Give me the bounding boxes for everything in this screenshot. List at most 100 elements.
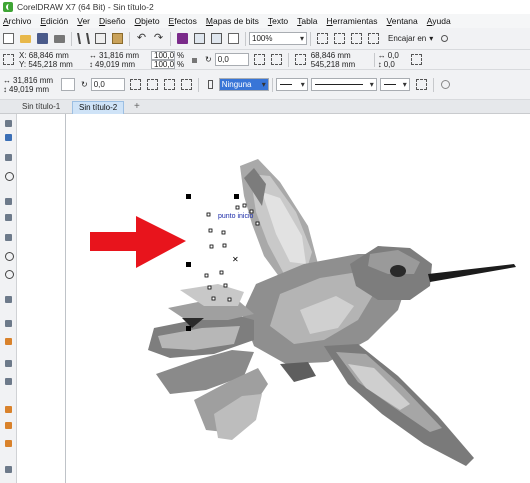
shape-tool-icon[interactable] [3,132,14,143]
rectangle-tool-icon[interactable] [3,232,14,243]
new-document-icon[interactable] [3,33,14,44]
menu-edicion[interactable]: Edición [40,16,68,26]
add-icon[interactable] [440,79,451,90]
polygon-tool-icon[interactable] [3,268,14,279]
text-wrap-icon[interactable] [415,79,427,90]
position-y-field[interactable]: Y: 545,218 mm [19,60,89,69]
show-grid-icon[interactable] [351,33,362,44]
rotation-field[interactable]: 0,0 [214,53,249,66]
show-guides-icon[interactable] [368,33,379,44]
position-y2-field[interactable]: 545,218 mm [311,60,371,69]
smart-fill-icon[interactable] [3,438,14,449]
fill-select[interactable]: Ninguna [218,78,269,91]
object-origin-icon[interactable] [3,54,14,65]
interactive-fill-icon[interactable] [3,420,14,431]
menu-mapas-de-bits[interactable]: Mapas de bits [206,16,259,26]
scale-height-field[interactable]: 100,0 [151,59,175,69]
window-title: CorelDRAW X7 (64 Bit) - Sin título-2 [17,2,154,12]
property-bar: X: 68,846 mm Y: 545,218 mm ↔ 31,816 mm ↕ 4… [0,50,530,70]
mirror-vertical-icon[interactable] [270,54,282,65]
cut-icon[interactable] [77,33,90,44]
transparency-tool-icon[interactable] [3,376,14,387]
position-x-field[interactable]: X: 68,846 mm [19,51,89,60]
nudge-v-field[interactable]: 0,0 [384,60,395,69]
mirror-horizontal-icon[interactable] [129,79,141,90]
menu-texto[interactable]: Texto [268,16,288,26]
ellipse-tool-icon[interactable] [3,250,14,261]
nudge-h-icon: ↔ [377,50,386,60]
publish-pdf-icon[interactable] [228,33,239,44]
lock-ratio-icon[interactable] [189,54,200,65]
menu-tabla[interactable]: Tabla [297,16,317,26]
object-width-field[interactable]: 31,816 mm [13,76,53,85]
position-x2-field[interactable]: 68,846 mm [311,51,371,60]
menu-ayuda[interactable]: Ayuda [427,16,451,26]
shadow-tool-icon[interactable] [3,358,14,369]
scale-width-field[interactable]: 100,0 [151,50,175,60]
import-icon[interactable] [194,33,205,44]
menu-efectos[interactable]: Efectos [169,16,197,26]
search-content-icon[interactable] [177,33,188,44]
menu-herramientas[interactable]: Herramientas [327,16,378,26]
fullscreen-icon[interactable] [317,33,328,44]
settings-icon[interactable] [439,33,450,44]
add-tab-icon[interactable]: + [134,101,140,112]
chevron-down-icon[interactable]: ▾ [429,34,433,43]
object-height-field[interactable]: 49,019 mm [9,85,49,94]
open-folder-icon[interactable] [20,34,31,43]
snap-to-menu[interactable]: Encajar en [388,34,426,43]
undo-icon[interactable]: ↶ [136,33,147,44]
tab-sin-titulo-2[interactable]: Sin título-2 [72,101,125,114]
paste-icon[interactable] [112,33,123,44]
relative-position-icon[interactable] [294,54,306,65]
tab-sin-titulo-1[interactable]: Sin título-1 [16,101,66,114]
arrange-icon[interactable] [180,79,192,90]
zoom-level-select[interactable]: 100% [249,32,307,45]
mirror-horizontal-icon[interactable] [253,54,265,65]
zoom-tool-icon[interactable] [3,170,14,181]
width-icon: ↔ [3,75,11,85]
outline-tool-icon[interactable] [3,464,14,475]
mirror-vertical-icon[interactable] [146,79,158,90]
center-x-mark[interactable]: ✕ [232,255,239,264]
save-icon[interactable] [37,33,48,44]
menu-objeto[interactable]: Objeto [134,16,159,26]
drawing-workspace[interactable]: ✕ punto inicio [18,114,530,483]
export-icon[interactable] [211,33,222,44]
line-start-select[interactable] [275,78,308,91]
menu-ventana[interactable]: Ventana [387,16,418,26]
dimension-tool-icon[interactable] [3,318,14,329]
menu-bar: Archivo Edición Ver Diseño Objeto Efecto… [0,14,530,28]
nudge-h-field[interactable]: 0,0 [388,51,399,60]
object-property-bar: ↔ 31,816 mm ↕ 49,019 mm ↻ 0,0 Ninguna [0,70,530,100]
freehand-tool-icon[interactable] [3,196,14,207]
separator [271,77,273,92]
width-icon: ↔ [89,50,97,60]
pick-tool-icon[interactable] [3,118,14,129]
red-arrow-annotation [90,216,186,268]
apply-icon[interactable] [410,54,422,65]
artistic-media-icon[interactable] [3,212,14,223]
height-field[interactable]: 49,019 mm [95,60,135,69]
align-icon[interactable] [163,79,175,90]
line-style-select[interactable] [310,78,377,91]
connector-tool-icon[interactable] [3,336,14,347]
eyedropper-tool-icon[interactable] [3,404,14,415]
outline-pen-icon [205,79,216,90]
units-spinner[interactable] [61,78,75,91]
menu-ver[interactable]: Ver [77,16,90,26]
show-rulers-icon[interactable] [334,33,345,44]
print-icon[interactable] [54,34,65,43]
hummingbird-image[interactable] [148,159,516,466]
coreldraw-logo-icon [3,2,13,12]
redo-icon[interactable]: ↷ [153,33,164,44]
object-rotation-field[interactable]: 0,0 [90,78,125,91]
width-field[interactable]: 31,816 mm [99,51,139,60]
line-end-select[interactable] [379,78,410,91]
text-tool-icon[interactable] [3,294,14,305]
menu-archivo[interactable]: Archivo [3,16,31,26]
menu-diseno[interactable]: Diseño [99,16,125,26]
copy-icon[interactable] [95,33,106,44]
crop-tool-icon[interactable] [3,152,14,163]
drawing-canvas[interactable]: ✕ punto inicio [18,114,530,483]
